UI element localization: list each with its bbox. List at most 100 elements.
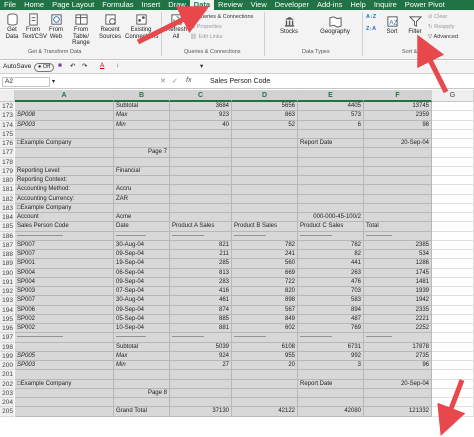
cell-c187[interactable]: 821 [170,240,232,250]
cell-b176[interactable] [114,139,170,149]
cell-e197[interactable]: ---------------- [298,333,364,343]
cell-c199[interactable]: 924 [170,351,232,361]
cell-b189[interactable]: 19-Sep-04 [114,259,170,269]
cell-g196[interactable] [432,324,474,334]
refresh-all-button[interactable]: Refresh All [166,13,187,40]
sort-button[interactable]: AZ Sort [384,15,400,36]
cell-b197[interactable]: --------------- [114,333,170,343]
cell-g180[interactable] [432,176,474,186]
cell-a179[interactable]: Reporting Level: [15,166,114,176]
cell-f184[interactable] [364,213,432,223]
row-number[interactable]: 176 [0,139,14,149]
cell-f174[interactable]: 98 [364,120,432,130]
cell-d172[interactable]: 5656 [232,102,298,112]
cell-a203[interactable] [15,388,114,398]
recent-sources-button[interactable]: Recent Sources [98,13,122,40]
cell-g178[interactable] [432,157,474,167]
cell-c192[interactable]: 416 [170,287,232,297]
from-web-button[interactable]: From Web [47,13,65,40]
cell-d201[interactable] [232,370,298,380]
cancel-formula-icon[interactable]: ✕ [160,77,166,85]
cell-b200[interactable]: Min [114,361,170,371]
row-number[interactable]: 200 [0,361,14,371]
tab-formulas[interactable]: Formulas [98,0,137,10]
row-number[interactable]: 202 [0,379,14,389]
cell-d205[interactable]: 42122 [232,407,298,417]
sort-za-button[interactable]: Z↓A [366,26,376,33]
row-number[interactable]: 204 [0,398,14,408]
cell-d185[interactable]: Product B Sales [232,222,298,232]
cell-d188[interactable]: 241 [232,250,298,260]
cell-g183[interactable] [432,203,474,213]
cell-f185[interactable]: Total [364,222,432,232]
tab-view[interactable]: View [247,0,271,10]
cell-b179[interactable]: Financial [114,166,170,176]
cell-b183[interactable] [114,203,170,213]
cell-a201[interactable] [15,370,114,380]
cell-d187[interactable]: 782 [232,240,298,250]
cell-c182[interactable] [170,194,232,204]
cell-d192[interactable]: 820 [232,287,298,297]
cell-d189[interactable]: 560 [232,259,298,269]
cell-e174[interactable]: 6 [298,120,364,130]
cell-a205[interactable] [15,407,114,417]
cell-e187[interactable]: 782 [298,240,364,250]
row-number[interactable]: 192 [0,287,14,297]
cell-a181[interactable]: Accounting Method: [15,185,114,195]
cell-f190[interactable]: 1745 [364,268,432,278]
cell-a186[interactable]: ----------------------- [15,231,114,241]
cell-e199[interactable]: 992 [298,351,364,361]
cell-c173[interactable]: 923 [170,111,232,121]
cell-c200[interactable]: 27 [170,361,232,371]
cell-g194[interactable] [432,305,474,315]
cell-e179[interactable] [298,166,364,176]
cell-f198[interactable]: 17878 [364,342,432,352]
cell-a202[interactable]: □Example Company [15,379,114,389]
cell-b195[interactable]: 05-Sep-04 [114,314,170,324]
tab-page-layout[interactable]: Page Layout [48,0,98,10]
cell-f199[interactable]: 2735 [364,351,432,361]
cell-c185[interactable]: Product A Sales [170,222,232,232]
row-number[interactable]: 188 [0,250,14,260]
cell-g202[interactable] [432,379,474,389]
cell-f195[interactable]: 2221 [364,314,432,324]
cell-c198[interactable]: 5039 [170,342,232,352]
edit-links-button[interactable]: ⛓ Edit Links [190,34,222,41]
cell-f194[interactable]: 2335 [364,305,432,315]
cell-a174[interactable]: SP003 [15,120,114,130]
cell-f196[interactable]: 2252 [364,324,432,334]
stocks-button[interactable]: Stocks [274,15,304,36]
cell-f177[interactable] [364,148,432,158]
cell-c177[interactable] [170,148,232,158]
tab-data[interactable]: Data [189,0,215,10]
advanced-button[interactable]: ▽ Advanced [428,34,458,41]
cell-c189[interactable]: 285 [170,259,232,269]
cell-e192[interactable]: 703 [298,287,364,297]
row-number[interactable]: 203 [0,388,14,398]
cell-e191[interactable]: 476 [298,277,364,287]
cell-f191[interactable]: 1481 [364,277,432,287]
cell-b191[interactable]: 09-Sep-04 [114,277,170,287]
cell-e184[interactable]: 000-000-45-100/2 [298,213,364,223]
cell-d194[interactable]: 567 [232,305,298,315]
formula-input[interactable]: Sales Person Code [210,76,270,87]
cell-f197[interactable]: ------------- [364,333,432,343]
cell-f188[interactable]: 534 [364,250,432,260]
cell-c174[interactable]: 40 [170,120,232,130]
cell-c188[interactable]: 211 [170,250,232,260]
row-number[interactable]: 194 [0,305,14,315]
cell-f202[interactable]: 20-Sep-04 [364,379,432,389]
cell-g190[interactable] [432,268,474,278]
cell-g191[interactable] [432,277,474,287]
cell-e177[interactable] [298,148,364,158]
cell-d178[interactable] [232,157,298,167]
cell-f204[interactable] [364,398,432,408]
cell-a185[interactable]: Sales Person Code [15,222,114,232]
cell-f200[interactable]: 96 [364,361,432,371]
cell-d184[interactable] [232,213,298,223]
row-number[interactable]: 179 [0,166,14,176]
cell-e182[interactable] [298,194,364,204]
cell-e180[interactable] [298,176,364,186]
cell-d177[interactable] [232,148,298,158]
undo-icon[interactable]: ↶ [70,62,75,70]
